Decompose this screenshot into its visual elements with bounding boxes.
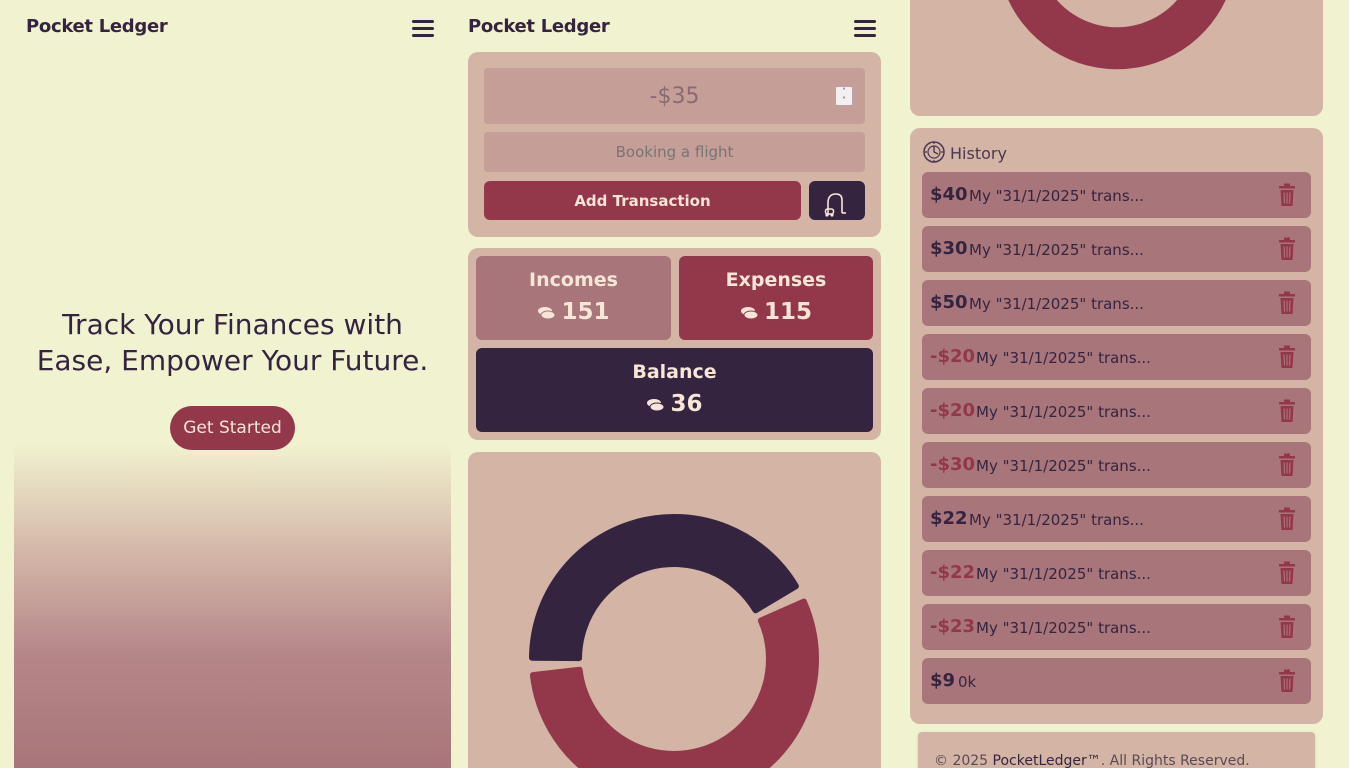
hero-heading: Track Your Finances with Ease, Empower Y… [14,307,451,379]
trash-icon[interactable] [1278,507,1296,531]
transaction-description: My "31/1/2025" trans... [976,457,1151,475]
transaction-amount: $22 [930,508,968,529]
history-card: History $40 My "31/1/2025" trans... $30 My … [910,128,1323,724]
hero-heading-line2: Ease, Empower Your Future. [36,344,429,377]
transaction-description: My "31/1/2025" trans... [976,349,1151,367]
balance-value: 36 [670,391,703,417]
transaction-row: $40 My "31/1/2025" trans... [922,172,1311,218]
summary-card: Incomes 151 Expenses 115 Balance 36 [468,248,881,440]
transaction-amount: $9 [930,670,956,691]
transaction-amount: $40 [930,184,968,205]
history-icon [923,141,945,163]
expenses-label: Expenses [725,269,827,291]
transaction-amount: $50 [930,292,968,313]
chart-card-bottom [910,0,1323,116]
transaction-row: $30 My "31/1/2025" trans... [922,226,1311,272]
transaction-row: $22 My "31/1/2025" trans... [922,496,1311,542]
expenses-value: 115 [763,299,812,325]
transaction-row: -$22 My "31/1/2025" trans... [922,550,1311,596]
transaction-amount: -$30 [930,454,976,475]
transaction-row: -$30 My "31/1/2025" trans... [922,442,1311,488]
transaction-description: My "31/1/2025" trans... [969,187,1144,205]
history-title: History [950,144,1007,163]
transaction-row: $9 0k [922,658,1311,704]
transaction-row: $50 My "31/1/2025" trans... [922,280,1311,326]
landing-panel: Pocket Ledger Track Your Finances with E… [0,0,459,768]
app-title: Pocket Ledger [468,16,610,37]
hero-background [14,444,451,768]
donut-slice-expenses [529,514,799,662]
transaction-description: My "31/1/2025" trans... [976,619,1151,637]
amount-stepper[interactable]: ˄ ˅ [835,86,853,106]
description-input[interactable] [484,132,865,172]
footer: © 2025 PocketLedger™. All Rights Reserve… [918,732,1315,768]
footer-suffix: . All Rights Reserved. [1100,753,1250,768]
trash-icon[interactable] [1278,669,1296,693]
transaction-description: My "31/1/2025" trans... [969,511,1144,529]
footer-prefix: © 2025 [934,753,993,768]
dashboard-panel: Pocket Ledger ˄˅ Add Transaction Incomes [459,0,899,768]
app-title: Pocket Ledger [26,16,168,37]
incomes-value: 151 [561,299,610,325]
transaction-row: -$20 My "31/1/2025" trans... [922,334,1311,380]
coins-icon [740,306,759,319]
transaction-amount: -$20 [930,400,976,421]
trash-icon[interactable] [1278,561,1296,585]
trash-icon[interactable] [1278,453,1296,477]
add-transaction-button[interactable]: Add Transaction [484,181,801,220]
transaction-description: 0k [958,673,977,691]
amount-input[interactable] [484,68,865,124]
incomes-stat: Incomes 151 [476,256,671,340]
trash-icon[interactable] [1278,291,1296,315]
trash-icon[interactable] [1278,345,1296,369]
coins-icon [647,398,665,411]
balance-stat: Balance 36 [476,348,873,432]
balance-label: Balance [632,361,717,383]
history-panel: History $40 My "31/1/2025" trans... $30 My … [899,0,1349,768]
hero-heading-line1: Track Your Finances with [62,308,403,341]
vacuum-cleaner-icon [824,192,846,217]
expenses-stat: Expenses 115 [679,256,873,340]
transaction-description: My "31/1/2025" trans... [976,403,1151,421]
trash-icon[interactable] [1278,183,1296,207]
trash-icon[interactable] [1278,615,1296,639]
footer-text: © 2025 PocketLedger™. All Rights Reserve… [934,753,1250,768]
trash-icon[interactable] [1278,237,1296,261]
transaction-row: -$23 My "31/1/2025" trans... [922,604,1311,650]
transaction-description: My "31/1/2025" trans... [969,241,1144,259]
transaction-amount: -$23 [930,616,976,637]
coins-icon [538,306,556,319]
transaction-description: My "31/1/2025" trans... [976,565,1151,583]
donut-chart-fragment [1008,0,1226,70]
get-started-button[interactable]: Get Started [170,406,295,450]
transaction-description: My "31/1/2025" trans... [969,295,1144,313]
footer-brand: PocketLedger™ [992,753,1101,768]
chart-card [468,452,881,768]
incomes-label: Incomes [529,269,618,291]
transaction-amount: -$20 [930,346,976,367]
menu-icon[interactable] [854,20,876,38]
menu-icon[interactable] [412,20,434,38]
donut-chart [529,514,819,768]
clear-button[interactable] [809,181,865,220]
transaction-amount: -$22 [930,562,976,583]
transaction-form: ˄˅ Add Transaction [468,52,881,237]
transaction-amount: $30 [930,238,968,259]
transaction-row: -$20 My "31/1/2025" trans... [922,388,1311,434]
trash-icon[interactable] [1278,399,1296,423]
